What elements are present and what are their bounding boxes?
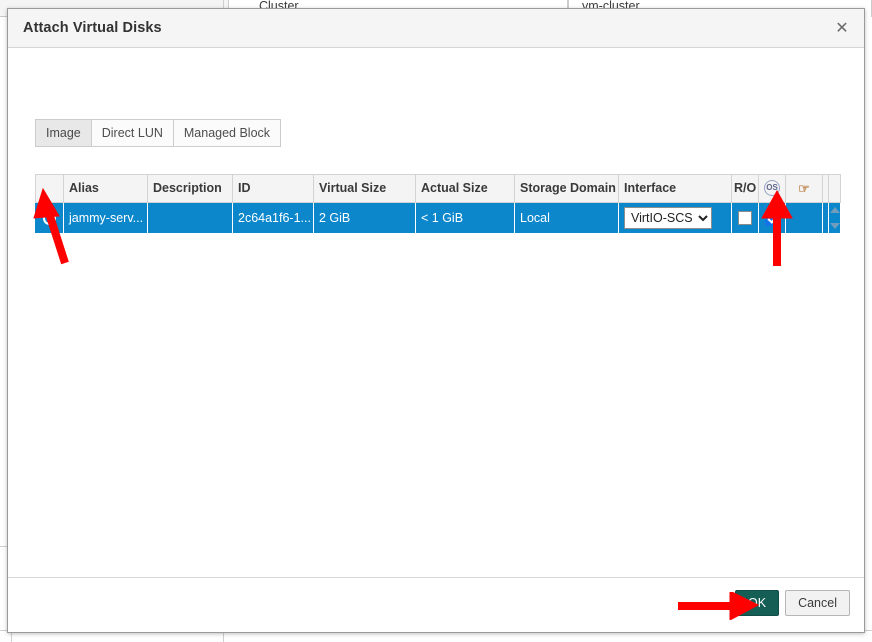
disk-type-tabs: Image Direct LUN Managed Block: [35, 119, 281, 147]
column-header-interface[interactable]: Interface: [619, 175, 732, 203]
ok-button[interactable]: OK: [735, 590, 779, 616]
row-radio-button[interactable]: [43, 212, 56, 225]
column-header-actual-size[interactable]: Actual Size: [416, 175, 515, 203]
column-header-storage-domain[interactable]: Storage Domain: [515, 175, 619, 203]
read-only-checkbox[interactable]: [738, 211, 752, 225]
tab-image[interactable]: Image: [35, 119, 92, 147]
cell-actual-size: < 1 GiB: [416, 203, 515, 234]
cell-alias: jammy-serv...: [64, 203, 148, 234]
cell-virtual-size: 2 GiB: [314, 203, 416, 234]
column-header-virtual-size[interactable]: Virtual Size: [314, 175, 416, 203]
column-header-alias[interactable]: Alias: [64, 175, 148, 203]
os-checkbox[interactable]: [765, 211, 780, 226]
column-header-description[interactable]: Description: [148, 175, 233, 203]
cell-storage-domain: Local: [515, 203, 619, 234]
tab-managed-block[interactable]: Managed Block: [173, 119, 281, 147]
column-header-bootable[interactable]: ☞: [786, 175, 823, 203]
close-icon[interactable]: ✕: [830, 17, 854, 41]
dialog-footer: OK Cancel: [8, 577, 864, 632]
column-header-select: [36, 175, 64, 203]
column-header-read-only[interactable]: R/O: [732, 175, 759, 203]
screen-root: Cluster vm-cluster n o e i s o a u s o f…: [0, 0, 872, 642]
disks-table-container: Alias Description ID Virtual Size Actual…: [35, 174, 840, 233]
dialog-body: Image Direct LUN Managed Block Alias: [8, 48, 864, 578]
dialog-header: Attach Virtual Disks ✕: [8, 9, 864, 48]
attach-virtual-disks-dialog: Attach Virtual Disks ✕ Image Direct LUN …: [7, 8, 865, 633]
row-select-cell[interactable]: [36, 203, 64, 234]
column-header-id[interactable]: ID: [233, 175, 314, 203]
dialog-actions: OK Cancel: [735, 590, 850, 616]
scroll-up-icon[interactable]: [830, 207, 840, 213]
pointing-hand-icon: ☞: [798, 182, 810, 195]
cell-bootable[interactable]: [786, 203, 823, 234]
table-header-row: Alias Description ID Virtual Size Actual…: [36, 175, 841, 203]
dialog-title: Attach Virtual Disks: [23, 20, 162, 36]
cell-os[interactable]: [759, 203, 786, 234]
scroll-down-icon[interactable]: [830, 223, 840, 229]
cell-description: [148, 203, 233, 234]
tab-direct-lun[interactable]: Direct LUN: [91, 119, 174, 147]
cell-id: 2c64a1f6-1...: [233, 203, 314, 234]
cell-interface[interactable]: VirtIO-SCSI: [619, 203, 732, 234]
column-header-scrollbar-spacer: [829, 175, 841, 203]
disks-table: Alias Description ID Virtual Size Actual…: [35, 174, 841, 233]
interface-select[interactable]: VirtIO-SCSI: [624, 207, 712, 229]
table-scrollbar[interactable]: [829, 203, 841, 234]
table-row[interactable]: jammy-serv... 2c64a1f6-1... 2 GiB < 1 Gi…: [36, 203, 841, 234]
column-header-os[interactable]: OS: [759, 175, 786, 203]
cancel-button[interactable]: Cancel: [785, 590, 850, 616]
cell-read-only[interactable]: [732, 203, 759, 234]
os-icon: OS: [764, 180, 780, 196]
